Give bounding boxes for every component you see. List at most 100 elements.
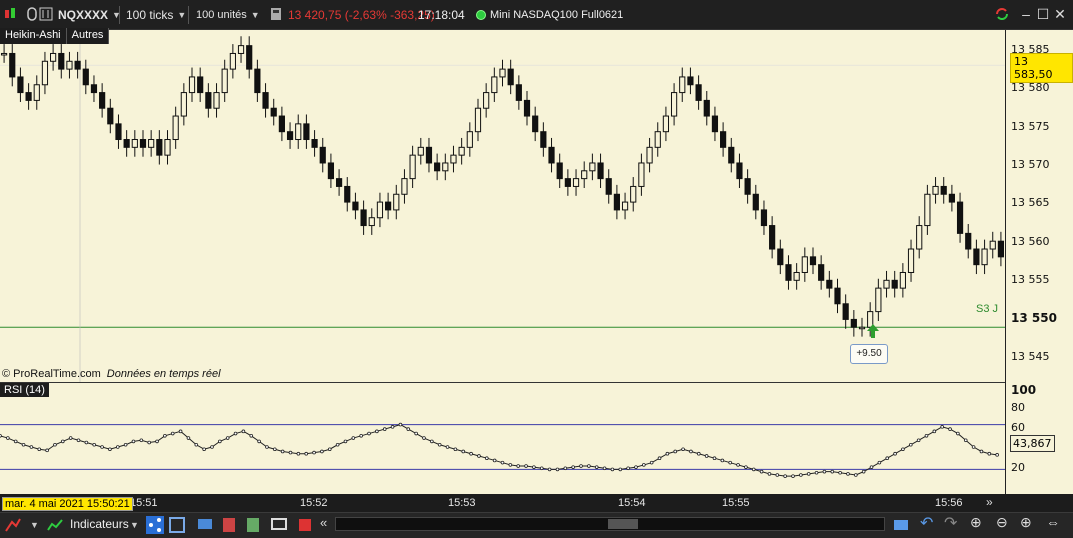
rsi-point <box>736 463 740 467</box>
chart-type-tabs: Heikin-Ashi Autres <box>0 28 110 44</box>
refresh-icon[interactable] <box>994 6 1010 22</box>
candle-body <box>295 123 302 141</box>
candle-body <box>319 146 326 164</box>
candle-body <box>450 154 457 164</box>
candle-body <box>507 68 514 86</box>
candle-body <box>0 52 8 56</box>
rsi-point <box>265 445 269 449</box>
chevron-down-icon: ▼ <box>250 10 260 20</box>
tab-autres[interactable]: Autres <box>66 28 110 44</box>
rsi-point <box>963 438 968 443</box>
calculator-icon[interactable] <box>268 6 284 22</box>
time-tick-label: 15:52 <box>300 497 328 509</box>
screen-icon[interactable] <box>270 516 288 534</box>
rsi-tick-label: 100 <box>1011 383 1037 397</box>
zoom-in-icon[interactable]: ⊕ <box>1020 514 1038 532</box>
rsi-point <box>390 425 395 429</box>
indicators-icon[interactable] <box>46 516 64 534</box>
zoom-out-icon[interactable]: ⊖ <box>996 514 1014 532</box>
current-price-flag: 13 583,50 <box>1010 53 1073 83</box>
layout-icon[interactable] <box>168 516 186 534</box>
rsi-point <box>53 442 57 447</box>
units-selector[interactable]: 100 unités ▼ <box>192 4 262 26</box>
candle-body <box>662 115 670 133</box>
chat-icon[interactable] <box>196 516 214 534</box>
candle-body <box>687 76 694 86</box>
rsi-point <box>516 464 521 468</box>
candle-body <box>327 162 335 180</box>
order-book-icon[interactable] <box>220 516 238 534</box>
minimize-icon[interactable]: – <box>1018 6 1034 22</box>
candle-body <box>385 201 392 211</box>
candle-body <box>973 248 980 266</box>
rsi-point <box>877 460 882 465</box>
candle-body <box>695 84 702 101</box>
candle-body <box>409 154 416 180</box>
alert-icon[interactable] <box>296 516 314 534</box>
rsi-point <box>61 439 65 444</box>
candle-body <box>107 107 114 125</box>
rsi-point <box>555 467 560 472</box>
share-icon[interactable] <box>146 516 164 534</box>
rsi-point <box>398 422 403 427</box>
candle-body <box>344 185 351 203</box>
zoom-bar-icon[interactable] <box>892 516 910 534</box>
ticks-selector[interactable]: 100 ticks ▼ <box>122 4 188 26</box>
price-tick-label: 13 570 <box>1011 158 1050 171</box>
price-tick-label: 13 565 <box>1011 196 1050 209</box>
rsi-point <box>186 436 191 440</box>
time-scrollbar[interactable] <box>335 517 885 531</box>
rsi-point <box>327 447 332 452</box>
rsi-point <box>13 439 18 444</box>
chart-settings-icon[interactable] <box>38 6 54 22</box>
rsi-point <box>382 427 387 431</box>
rsi-point <box>108 447 112 452</box>
candle-body <box>883 279 890 289</box>
instrument-name: Mini NASDAQ100 Full0621 <box>490 9 624 21</box>
positions-icon[interactable] <box>244 516 262 534</box>
candle-body <box>540 131 547 148</box>
rsi-panel[interactable] <box>0 382 1005 494</box>
price-chart-area[interactable] <box>0 30 1005 382</box>
redo-icon[interactable]: ↷ <box>944 513 962 532</box>
ticks-label: 100 ticks <box>126 8 174 22</box>
rsi-point <box>979 449 984 454</box>
price-tick-label: 13 555 <box>1011 273 1050 286</box>
rsi-label[interactable]: RSI (14) <box>0 383 49 397</box>
candle-body <box>41 60 49 86</box>
arrow-up-icon <box>867 324 879 338</box>
candle-body <box>907 248 915 273</box>
maximize-icon[interactable]: ☐ <box>1035 6 1051 23</box>
scrollbar-thumb[interactable] <box>608 519 638 529</box>
expand-icon[interactable]: ⇔ <box>1046 514 1064 532</box>
rsi-point <box>375 429 379 434</box>
candle-body <box>66 60 73 70</box>
clock-time: 17:18:04 <box>418 8 465 22</box>
rsi-point <box>335 442 340 447</box>
candle-body <box>956 201 964 234</box>
candle-body <box>99 92 106 109</box>
undo-icon[interactable]: ↶ <box>920 513 938 532</box>
zoom-fit-icon[interactable]: ⊕ <box>970 514 988 532</box>
indicators-button[interactable]: Indicateurs <box>70 517 129 531</box>
symbol-selector[interactable]: NQXXXX ▼ <box>54 4 121 26</box>
candle-body <box>891 279 898 289</box>
rsi-point <box>696 451 701 456</box>
drawing-tool-icon[interactable] <box>4 516 22 534</box>
rsi-point <box>351 436 356 440</box>
rsi-point <box>312 450 316 455</box>
tab-heikin-ashi[interactable]: Heikin-Ashi <box>0 28 67 44</box>
divider <box>188 6 189 24</box>
candlestick-icon[interactable] <box>2 6 18 22</box>
close-icon[interactable]: ✕ <box>1052 6 1068 23</box>
rsi-point <box>689 449 693 454</box>
rsi-point <box>822 469 827 474</box>
candle-body <box>466 131 473 148</box>
rsi-point <box>956 431 960 436</box>
candle-body <box>875 287 882 313</box>
order-marker[interactable]: +9.50 <box>850 344 888 364</box>
cursor-date: mar. 4 mai 2021 15:50:21 <box>2 497 133 511</box>
candle-body <box>221 68 228 94</box>
rsi-point <box>194 442 199 447</box>
scroll-end-icon[interactable]: » <box>986 495 993 509</box>
